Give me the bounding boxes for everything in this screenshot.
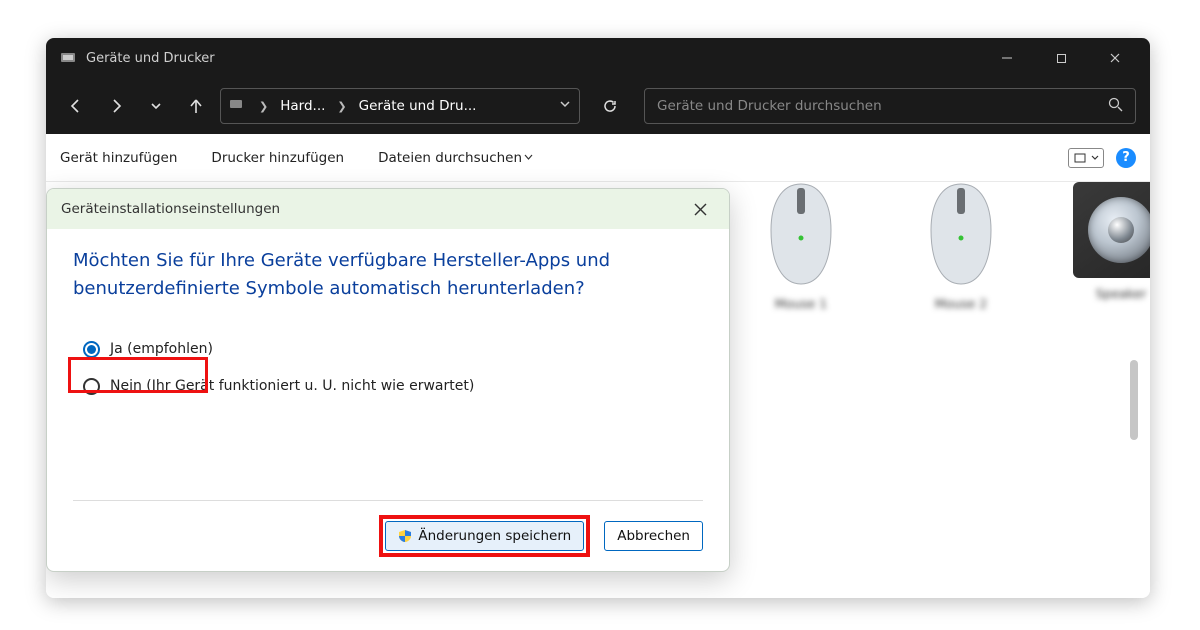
radio-unchecked-icon bbox=[83, 378, 100, 395]
refresh-button[interactable] bbox=[592, 88, 628, 124]
radio-checked-icon bbox=[83, 341, 100, 358]
devices-printers-icon bbox=[60, 50, 76, 66]
browse-files-button[interactable]: Dateien durchsuchen bbox=[378, 150, 533, 166]
titlebar: Geräte und Drucker bbox=[46, 38, 1150, 78]
device-install-settings-dialog: Geräteinstallationseinstellungen Möchten… bbox=[46, 188, 730, 572]
device-label: Mouse 2 bbox=[906, 296, 1016, 311]
device-item[interactable]: Mouse 2 bbox=[906, 182, 1016, 311]
dialog-close-button[interactable] bbox=[685, 194, 715, 224]
device-label: Speaker bbox=[1066, 286, 1150, 301]
uac-shield-icon bbox=[398, 529, 412, 543]
cancel-button[interactable]: Abbrechen bbox=[604, 521, 703, 551]
breadcrumb-seg-2[interactable]: Geräte und Dru... bbox=[359, 98, 477, 114]
recent-locations-button[interactable] bbox=[140, 90, 172, 122]
speaker-icon bbox=[1073, 182, 1150, 278]
add-device-button[interactable]: Gerät hinzufügen bbox=[60, 150, 177, 166]
breadcrumb-seg-1[interactable]: Hard... bbox=[280, 98, 325, 114]
mouse-icon bbox=[925, 182, 997, 288]
explorer-window: Geräte und Drucker ❯ Hard... ❯ Geräte un… bbox=[46, 38, 1150, 598]
chevron-right-icon: ❯ bbox=[253, 100, 274, 113]
radio-no[interactable]: Nein (Ihr Gerät funktioniert u. U. nicht… bbox=[83, 378, 703, 395]
maximize-button[interactable] bbox=[1034, 38, 1088, 78]
navbar: ❯ Hard... ❯ Geräte und Dru... Geräte und… bbox=[46, 78, 1150, 134]
window-title: Geräte und Drucker bbox=[86, 51, 215, 66]
chevron-down-icon[interactable] bbox=[559, 98, 571, 114]
dialog-title: Geräteinstallationseinstellungen bbox=[61, 201, 280, 217]
chevron-right-icon: ❯ bbox=[331, 100, 352, 113]
forward-button[interactable] bbox=[100, 90, 132, 122]
help-button[interactable]: ? bbox=[1116, 148, 1136, 168]
radio-yes-label: Ja (empfohlen) bbox=[110, 341, 213, 357]
device-grid: Mouse 1 Mouse 2 Speaker bbox=[746, 182, 1150, 311]
search-placeholder: Geräte und Drucker durchsuchen bbox=[657, 98, 882, 114]
search-input[interactable]: Geräte und Drucker durchsuchen bbox=[644, 88, 1136, 124]
highlight-box: Änderungen speichern bbox=[379, 515, 590, 557]
dialog-question: Möchten Sie für Ihre Geräte verfügbare H… bbox=[73, 247, 633, 303]
device-item[interactable]: Mouse 1 bbox=[746, 182, 856, 311]
content-area: Mouse 1 Mouse 2 Speaker Geräteinstallati… bbox=[46, 182, 1150, 598]
device-item[interactable]: Speaker bbox=[1066, 182, 1150, 311]
close-button[interactable] bbox=[1088, 38, 1142, 78]
add-printer-button[interactable]: Drucker hinzufügen bbox=[211, 150, 344, 166]
address-bar[interactable]: ❯ Hard... ❯ Geräte und Dru... bbox=[220, 88, 580, 124]
back-button[interactable] bbox=[60, 90, 92, 122]
dialog-titlebar: Geräteinstallationseinstellungen bbox=[47, 189, 729, 229]
view-options-button[interactable] bbox=[1068, 148, 1104, 168]
command-bar: Gerät hinzufügen Drucker hinzufügen Date… bbox=[46, 134, 1150, 182]
minimize-button[interactable] bbox=[980, 38, 1034, 78]
breadcrumb-root-icon bbox=[229, 97, 243, 115]
mouse-icon bbox=[765, 182, 837, 288]
scrollbar-thumb[interactable] bbox=[1130, 360, 1138, 440]
radio-no-label: Nein (Ihr Gerät funktioniert u. U. nicht… bbox=[110, 378, 474, 394]
device-label: Mouse 1 bbox=[746, 296, 856, 311]
radio-yes[interactable]: Ja (empfohlen) bbox=[83, 341, 703, 358]
up-button[interactable] bbox=[180, 90, 212, 122]
search-icon bbox=[1108, 97, 1123, 116]
save-changes-button[interactable]: Änderungen speichern bbox=[385, 521, 584, 551]
